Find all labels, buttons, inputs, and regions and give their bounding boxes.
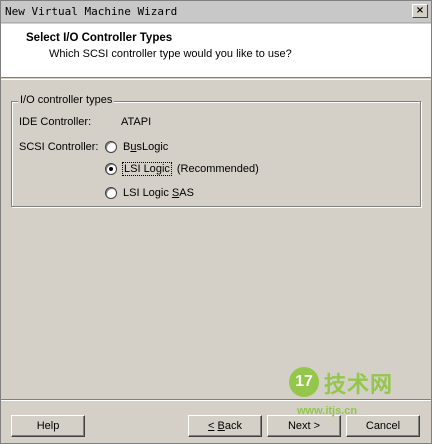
- wizard-window: New Virtual Machine Wizard × Select I/O …: [0, 0, 432, 444]
- header-divider: [1, 79, 431, 80]
- watermark-logo-icon: 17: [289, 367, 319, 397]
- radio-label-lsi-logic: LSI Logic: [122, 162, 172, 176]
- footer-divider: [1, 399, 431, 401]
- radio-button-icon[interactable]: [105, 187, 117, 199]
- watermark-url: www.itjs.cn: [297, 405, 358, 417]
- window-title: New Virtual Machine Wizard: [5, 5, 178, 18]
- ide-controller-label: IDE Controller:: [19, 116, 92, 128]
- page-title: Select I/O Controller Types: [26, 32, 173, 44]
- close-button[interactable]: ×: [412, 4, 428, 18]
- title-bar: New Virtual Machine Wizard ×: [1, 1, 431, 23]
- back-button[interactable]: < Back: [188, 415, 262, 437]
- recommended-note: (Recommended): [176, 163, 259, 175]
- ide-controller-value: ATAPI: [121, 116, 152, 128]
- cancel-button[interactable]: Cancel: [346, 415, 420, 437]
- radio-buslogic[interactable]: BusLogic: [105, 139, 168, 155]
- group-legend: I/O controller types: [18, 94, 115, 106]
- radio-label-buslogic: BusLogic: [123, 141, 169, 153]
- page-subtitle: Which SCSI controller type would you lik…: [49, 48, 292, 60]
- radio-lsi-logic[interactable]: LSI Logic (Recommended): [105, 161, 259, 177]
- wizard-header: Select I/O Controller Types Which SCSI c…: [1, 24, 431, 78]
- watermark-text: 技术网: [324, 372, 394, 397]
- help-button[interactable]: Help: [11, 415, 85, 437]
- next-button[interactable]: Next >: [267, 415, 341, 437]
- scsi-controller-label: SCSI Controller:: [19, 141, 99, 153]
- radio-button-selected-icon[interactable]: [105, 163, 117, 175]
- radio-lsi-logic-sas[interactable]: LSI Logic SAS: [105, 185, 194, 201]
- radio-label-lsi-logic-sas: LSI Logic SAS: [123, 187, 194, 199]
- radio-button-icon[interactable]: [105, 141, 117, 153]
